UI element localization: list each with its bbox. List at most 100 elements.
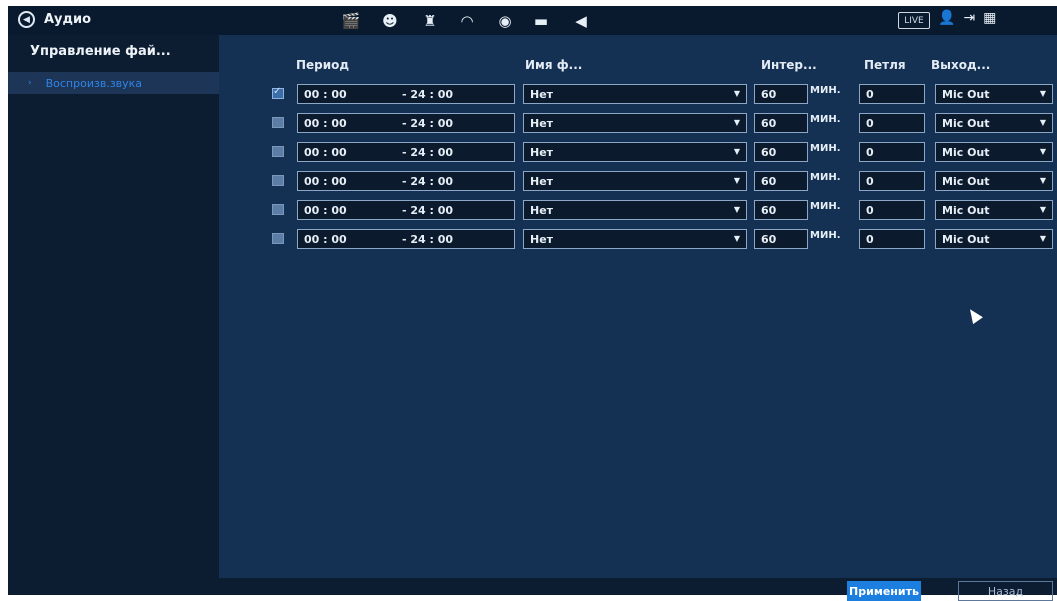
chevron-down-icon: ▼ [733,205,740,214]
start-time[interactable]: 00 : 00 [304,146,347,159]
column-header-interval: Интер... [761,58,817,72]
page-title: Аудио [44,12,92,27]
chevron-down-icon: ▼ [733,147,740,156]
period-field[interactable]: 00 : 00 - 24 : 00 [297,171,515,191]
interval-unit: МИН. [810,201,841,212]
end-time[interactable]: - 24 : 00 [402,175,453,188]
output-select[interactable]: Mic Out ▼ [935,171,1053,191]
end-time[interactable]: - 24 : 00 [402,88,453,101]
interval-input[interactable]: 60 [754,113,808,133]
column-header-output: Выход... [931,58,991,72]
period-field[interactable]: 00 : 00 - 24 : 00 [297,229,515,249]
loop-input[interactable]: 0 [859,142,925,162]
table-row: 00 : 00 - 24 : 00 Нет ▼ 60МИН. 0 Mic Out ▼ [219,141,1057,163]
output-select[interactable]: Mic Out ▼ [935,113,1053,133]
file-name-value: Нет [530,145,554,159]
end-time[interactable]: - 24 : 00 [402,233,453,246]
file-name-select[interactable]: Нет ▼ [523,113,747,133]
loop-input[interactable]: 0 [859,113,925,133]
file-name-value: Нет [530,174,554,188]
live-button[interactable]: LIVE [898,12,930,29]
clapperboard-icon[interactable]: 🎬 [340,10,362,32]
period-field[interactable]: 00 : 00 - 24 : 00 [297,142,515,162]
footer-bar [219,578,1057,595]
interval-unit: МИН. [810,114,841,125]
sidebar: Управление фай... › Воспроизв.звука [8,35,219,595]
end-time[interactable]: - 24 : 00 [402,146,453,159]
table-row: 00 : 00 - 24 : 00 Нет ▼ 60МИН. 0 Mic Out ▼ [219,228,1057,250]
start-time[interactable]: 00 : 00 [304,117,347,130]
qr-icon[interactable]: ▦ [983,10,996,26]
output-value: Mic Out [942,203,990,217]
interval-input[interactable]: 60 [754,142,808,162]
period-field[interactable]: 00 : 00 - 24 : 00 [297,84,515,104]
file-name-select[interactable]: Нет ▼ [523,200,747,220]
speaker-icon[interactable]: ◀ [570,10,592,32]
chevron-down-icon: ▼ [733,118,740,127]
row-checkbox[interactable] [272,117,284,128]
row-checkbox[interactable] [272,146,284,157]
output-select[interactable]: Mic Out ▼ [935,84,1053,104]
column-header-file-name: Имя ф... [525,58,583,72]
chevron-down-icon: ▼ [1039,205,1046,214]
chevron-down-icon: ▼ [733,176,740,185]
chevron-down-icon: ▼ [1039,118,1046,127]
chevron-down-icon: ▼ [1039,234,1046,243]
row-checkbox[interactable] [272,175,284,186]
start-time[interactable]: 00 : 00 [304,88,347,101]
content-panel: Период Имя ф... Интер... Петля Выход... … [219,35,1057,578]
output-value: Mic Out [942,87,990,101]
alarm-icon[interactable]: ♜ [419,10,441,32]
interval-unit: МИН. [810,230,841,241]
end-time[interactable]: - 24 : 00 [402,117,453,130]
interval-input[interactable]: 60 [754,84,808,104]
output-value: Mic Out [942,232,990,246]
back-button[interactable]: Назад [958,581,1053,601]
column-header-period: Период [296,58,350,72]
interval-unit: МИН. [810,172,841,183]
file-name-value: Нет [530,87,554,101]
loop-input[interactable]: 0 [859,171,925,191]
start-time[interactable]: 00 : 00 [304,204,347,217]
output-value: Mic Out [942,174,990,188]
brain-icon[interactable]: ☻ [379,10,401,32]
top-right-icons: 👤 ⇥ ▦ [938,10,996,26]
user-icon[interactable]: 👤 [938,10,955,26]
row-checkbox[interactable] [272,233,284,244]
chevron-right-icon: › [28,78,32,88]
file-name-select[interactable]: Нет ▼ [523,84,747,104]
interval-input[interactable]: 60 [754,229,808,249]
record-icon[interactable]: ◉ [494,10,516,32]
period-field[interactable]: 00 : 00 - 24 : 00 [297,113,515,133]
chevron-down-icon: ▼ [1039,147,1046,156]
start-time[interactable]: 00 : 00 [304,175,347,188]
output-select[interactable]: Mic Out ▼ [935,200,1053,220]
file-name-select[interactable]: Нет ▼ [523,229,747,249]
row-checkbox[interactable] [272,204,284,215]
sidebar-item-playback-sound[interactable]: › Воспроизв.звука [8,72,219,94]
speedometer-icon[interactable]: ◠ [456,10,478,32]
interval-unit: МИН. [810,85,841,96]
interval-input[interactable]: 60 [754,200,808,220]
monitor-icon[interactable]: ▬ [530,10,552,32]
period-field[interactable]: 00 : 00 - 24 : 00 [297,200,515,220]
table-row: 00 : 00 - 24 : 00 Нет ▼ 60МИН. 0 Mic Out ▼ [219,112,1057,134]
loop-input[interactable]: 0 [859,229,925,249]
chevron-down-icon: ▼ [733,234,740,243]
title-area: ◀ Аудио [18,11,91,28]
logout-icon[interactable]: ⇥ [963,10,975,26]
speaker-icon: ◀ [18,11,35,28]
top-bar: ◀ Аудио 🎬 ☻ ♜ ◠ ◉ ▬ ◀ LIVE 👤 ⇥ ▦ [8,6,1057,35]
file-name-select[interactable]: Нет ▼ [523,142,747,162]
output-select[interactable]: Mic Out ▼ [935,229,1053,249]
start-time[interactable]: 00 : 00 [304,233,347,246]
file-name-select[interactable]: Нет ▼ [523,171,747,191]
end-time[interactable]: - 24 : 00 [402,204,453,217]
loop-input[interactable]: 0 [859,200,925,220]
app-window: ◀ Аудио 🎬 ☻ ♜ ◠ ◉ ▬ ◀ LIVE 👤 ⇥ ▦ Управле… [8,6,1057,601]
apply-button[interactable]: Применить [847,581,921,601]
interval-input[interactable]: 60 [754,171,808,191]
output-select[interactable]: Mic Out ▼ [935,142,1053,162]
row-checkbox[interactable] [272,86,284,99]
loop-input[interactable]: 0 [859,84,925,104]
